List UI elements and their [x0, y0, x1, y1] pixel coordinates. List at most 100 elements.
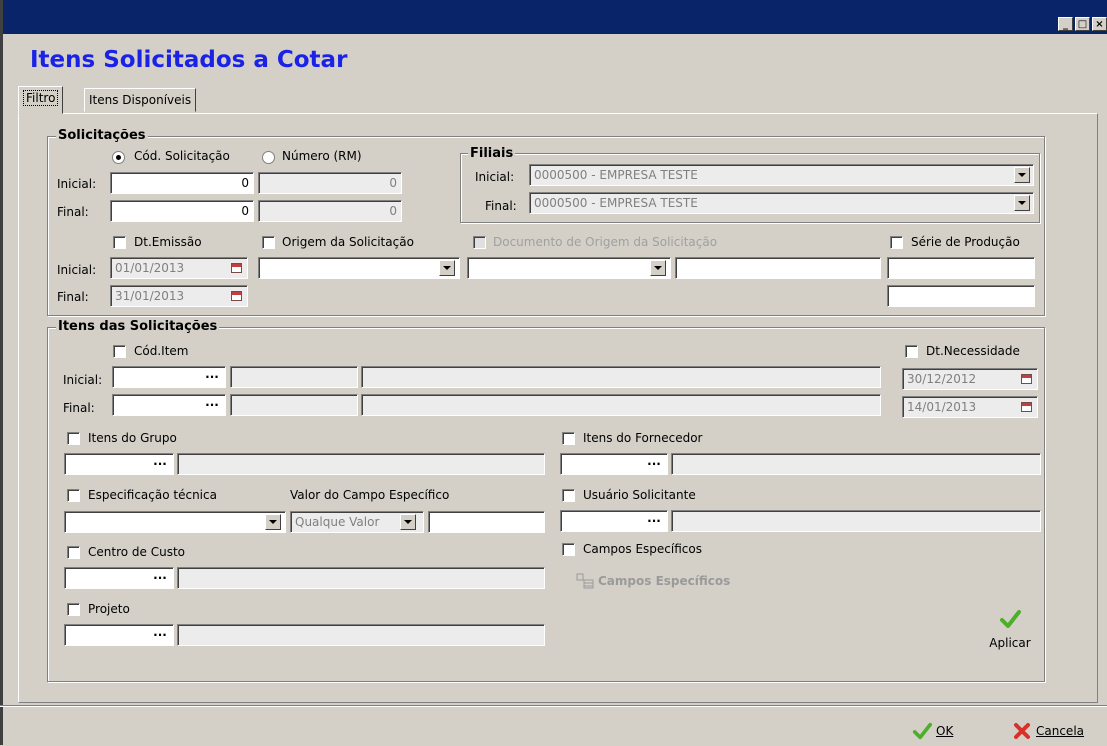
close-button[interactable]: × [1092, 17, 1107, 31]
item-final-label: Final: [63, 401, 95, 415]
especificacao-checkbox[interactable] [67, 489, 80, 502]
centro-custo-label: Centro de Custo [88, 545, 185, 559]
valor-campo-dropdown-button[interactable] [400, 514, 416, 530]
itens-fornecedor-checkbox[interactable] [562, 432, 575, 445]
cod-item-label: Cód.Item [134, 344, 189, 358]
dt-emissao-checkbox[interactable] [113, 236, 126, 249]
ok-button[interactable]: OK [912, 721, 953, 741]
origem-label: Origem da Solicitação [282, 235, 414, 249]
projeto-checkbox[interactable] [67, 603, 80, 616]
ellipsis-icon[interactable]: ··· [149, 627, 171, 643]
cancela-label: Cancela [1036, 724, 1085, 738]
filial-final-value: 0000500 - EMPRESA TESTE [534, 196, 698, 210]
calendar-icon[interactable] [228, 289, 244, 303]
chevron-down-icon [269, 520, 277, 524]
grupo-desc [177, 453, 545, 475]
numero-rm-inicial-input[interactable]: 0 [258, 172, 402, 194]
item-inicial-desc2 [361, 366, 881, 388]
campos-especificos-button-label: Campos Específicos [598, 574, 731, 588]
origem-select[interactable] [258, 257, 460, 279]
campos-especificos-checkbox[interactable] [562, 543, 575, 556]
documento-origem-checkbox[interactable] [473, 236, 486, 249]
maximize-button[interactable]: □ [1075, 17, 1090, 31]
radio-cod-solicitacao[interactable] [112, 151, 125, 164]
documento-origem-input[interactable] [675, 257, 881, 279]
dt-necessidade-checkbox[interactable] [905, 345, 918, 358]
usuario-solicitante-label: Usuário Solicitante [583, 488, 696, 502]
tab-filtro[interactable]: Filtro [18, 86, 64, 114]
serie-producao-label: Série de Produção [911, 235, 1020, 249]
calendar-icon[interactable] [1018, 400, 1034, 414]
filial-final-dropdown-button[interactable] [1014, 195, 1030, 211]
filiais-title: Filiais [468, 146, 516, 161]
checkmark-icon [912, 722, 932, 740]
item-inicial-desc1 [230, 366, 358, 388]
valor-campo-input[interactable] [428, 511, 545, 533]
serie-producao-checkbox[interactable] [890, 236, 903, 249]
valor-campo-value: Qualque Valor [295, 515, 380, 529]
window-border [0, 0, 3, 745]
dt-emissao-label: Dt.Emissão [134, 235, 202, 249]
ellipsis-icon[interactable]: ··· [201, 369, 223, 385]
item-final-desc1 [230, 394, 358, 416]
itens-title: Itens das Solicitações [56, 319, 220, 334]
documento-origem-label: Documento de Origem da Solicitação [493, 235, 718, 249]
inicial-label: Inicial: [57, 177, 97, 191]
checkmark-icon [1000, 610, 1021, 628]
window-titlebar [0, 0, 1107, 34]
serie-inicial-input[interactable] [887, 257, 1035, 279]
filial-inicial-value: 0000500 - EMPRESA TESTE [534, 168, 698, 182]
campos-especificos-button[interactable]: Campos Específicos [576, 573, 730, 589]
final-label: Final: [57, 205, 89, 219]
ellipsis-icon[interactable]: ··· [201, 397, 223, 413]
usuario-desc [671, 510, 1041, 532]
ellipsis-icon[interactable]: ··· [149, 456, 171, 472]
dt-inicial-label: Inicial: [57, 263, 97, 277]
ellipsis-icon[interactable]: ··· [643, 513, 665, 529]
projeto-label: Projeto [88, 602, 130, 616]
origem-checkbox[interactable] [262, 236, 275, 249]
calendar-icon[interactable] [1018, 372, 1034, 386]
especificacao-label: Especificação técnica [88, 488, 217, 502]
chevron-down-icon [1018, 173, 1026, 177]
itens-fornecedor-label: Itens do Fornecedor [583, 431, 703, 445]
ellipsis-icon[interactable]: ··· [149, 570, 171, 586]
tab-itens-label: Itens Disponíveis [89, 93, 192, 107]
dt-necessidade-label: Dt.Necessidade [926, 344, 1020, 358]
documento-dropdown-button[interactable] [650, 260, 666, 276]
chevron-down-icon [654, 266, 662, 270]
filial-final-select[interactable]: 0000500 - EMPRESA TESTE [529, 192, 1034, 214]
serie-final-input[interactable] [887, 285, 1035, 307]
centro-custo-desc [177, 567, 545, 589]
origem-dropdown-button[interactable] [439, 260, 455, 276]
filial-inicial-dropdown-button[interactable] [1014, 167, 1030, 183]
especificacao-dropdown-button[interactable] [265, 514, 281, 530]
chevron-down-icon [443, 266, 451, 270]
centro-custo-checkbox[interactable] [67, 546, 80, 559]
tab-filtro-label: Filtro [23, 90, 59, 106]
usuario-solicitante-checkbox[interactable] [562, 489, 575, 502]
cancela-button[interactable]: Cancela [1012, 721, 1084, 741]
chevron-down-icon [1018, 201, 1026, 205]
aplicar-button[interactable]: Aplicar [978, 608, 1042, 664]
item-inicial-label: Inicial: [63, 373, 103, 387]
documento-origem-select[interactable] [467, 257, 671, 279]
window-controls: _ □ × [1058, 17, 1107, 33]
cancel-x-icon [1014, 723, 1030, 739]
dt-final-label: Final: [57, 290, 89, 304]
cod-solicitacao-final-input[interactable]: 0 [110, 200, 254, 222]
aplicar-label: Aplicar [989, 636, 1031, 650]
minimize-button[interactable]: _ [1058, 17, 1073, 31]
tab-itens-disponiveis[interactable]: Itens Disponíveis [84, 88, 197, 112]
cod-item-checkbox[interactable] [113, 345, 126, 358]
calendar-icon[interactable] [228, 261, 244, 275]
filial-inicial-select[interactable]: 0000500 - EMPRESA TESTE [529, 164, 1034, 186]
campos-especificos-label: Campos Específicos [583, 542, 702, 556]
especificacao-select[interactable] [64, 511, 286, 533]
itens-grupo-checkbox[interactable] [67, 432, 80, 445]
radio-numero-rm[interactable] [262, 151, 275, 164]
cod-solicitacao-inicial-input[interactable]: 0 [110, 172, 254, 194]
itens-grupo-label: Itens do Grupo [88, 431, 177, 445]
numero-rm-final-input[interactable]: 0 [258, 200, 402, 222]
ellipsis-icon[interactable]: ··· [643, 456, 665, 472]
